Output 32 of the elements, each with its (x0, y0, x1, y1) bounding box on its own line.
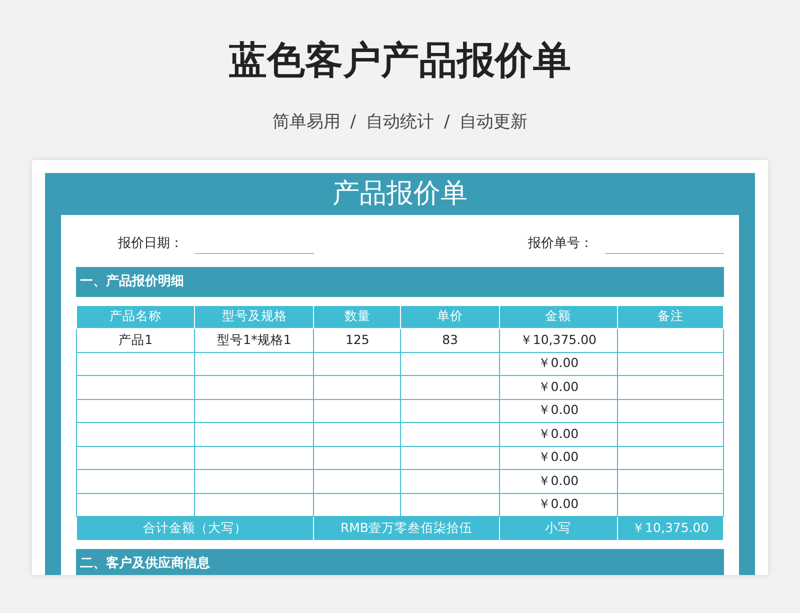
column-header: 产品名称 (76, 305, 195, 328)
separator: / (444, 111, 450, 134)
total-small-label: 小写 (499, 516, 618, 540)
table-cell: ￥0.00 (499, 470, 618, 493)
tagline-item: 自动更新 (460, 111, 528, 134)
tagline-item: 自动统计 (366, 111, 434, 134)
field-label: 报价单号： (527, 234, 594, 253)
total-label: 合计金额（大写） (76, 516, 314, 540)
table-cell: ￥0.00 (499, 399, 618, 422)
section-header: 一、产品报价明细 (76, 266, 724, 296)
sheet-title: 产品报价单 (332, 176, 468, 210)
table-cell: ￥0.00 (499, 352, 618, 376)
table-cell: ￥0.00 (499, 422, 618, 446)
column-header: 数量 (314, 305, 401, 328)
field-label: 报价日期： (117, 234, 184, 253)
total-in-words: RMB壹万零叁佰柒拾伍 (314, 516, 500, 540)
table-cell: ￥0.00 (499, 376, 618, 399)
tagline-item: 简单易用 (272, 111, 340, 134)
page-title: 蓝色客户产品报价单 (228, 37, 572, 84)
separator: / (350, 111, 356, 134)
column-header: 金额 (499, 305, 618, 328)
column-header: 备注 (617, 305, 724, 328)
column-header: 型号及规格 (194, 305, 314, 328)
section-header: 二、客户及供应商信息 (76, 548, 724, 574)
table-cell: 83 (400, 328, 500, 352)
table-cell: ￥10,375.00 (499, 328, 618, 352)
column-header: 单价 (400, 305, 500, 328)
total-amount: ￥10,375.00 (617, 516, 724, 540)
table-cell: 型号1*规格1 (194, 328, 314, 352)
table-cell: 125 (314, 328, 401, 352)
table-cell: 产品1 (76, 328, 195, 352)
table-cell: ￥0.00 (499, 446, 618, 470)
